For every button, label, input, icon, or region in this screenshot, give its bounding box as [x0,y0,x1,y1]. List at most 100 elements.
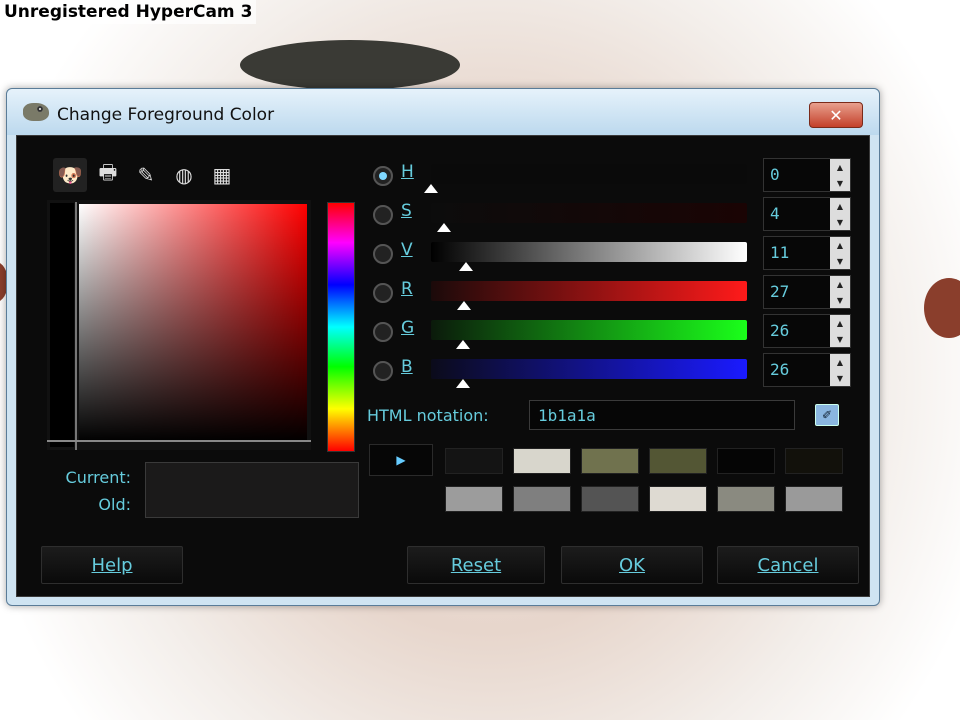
history-swatch[interactable] [649,448,707,474]
spin-buttons[interactable]: ▲ ▼ [830,159,850,191]
spin-up-icon[interactable]: ▲ [837,202,843,211]
brush-icon[interactable]: ✎ [129,158,163,192]
history-swatch[interactable] [717,486,775,512]
slider-marker[interactable] [457,301,471,310]
history-swatch[interactable] [581,486,639,512]
ok-button[interactable]: OK [561,546,703,584]
spin-buttons[interactable]: ▲ ▼ [830,315,850,347]
channel-label-v: V [401,240,413,260]
color-area[interactable] [47,200,311,450]
spinbox-value[interactable]: 11 [770,243,789,262]
spin-buttons[interactable]: ▲ ▼ [830,354,850,386]
channel-radio-v[interactable] [373,244,393,264]
spinbox-value[interactable]: 0 [770,165,780,184]
spin-down-icon[interactable]: ▼ [837,374,843,383]
value-strip[interactable] [50,203,74,447]
spinbox-value[interactable]: 26 [770,360,789,379]
color-dialog: Change Foreground Color ✕ 🐶 🖶 ✎ ◍ ▦ Current:… [6,88,880,606]
channel-radio-g[interactable] [373,322,393,342]
spin-down-icon[interactable]: ▼ [837,257,843,266]
slider-marker[interactable] [456,340,470,349]
close-icon: ✕ [829,105,843,125]
slider-marker[interactable] [437,223,451,232]
spin-up-icon[interactable]: ▲ [837,358,843,367]
watermark: Unregistered HyperCam 3 [0,0,257,24]
slider-marker[interactable] [424,184,438,193]
history-swatch[interactable] [785,448,843,474]
history-swatch[interactable] [649,486,707,512]
background-lip-right [924,278,960,338]
channel-slider-s[interactable] [431,203,747,232]
history-swatch[interactable] [445,448,503,474]
spinbox-value[interactable]: 4 [770,204,780,223]
saturation-value-square[interactable] [79,204,307,442]
channel-slider-g[interactable] [431,320,747,349]
channel-slider-r[interactable] [431,281,747,310]
reset-button[interactable]: Reset [407,546,545,584]
channel-slider-v[interactable] [431,242,747,271]
channel-spinbox-b[interactable]: 26 ▲ ▼ [763,353,851,387]
spinbox-value[interactable]: 26 [770,321,789,340]
spin-down-icon[interactable]: ▼ [837,296,843,305]
channel-label-h: H [401,162,414,182]
spin-down-icon[interactable]: ▼ [837,335,843,344]
cancel-button[interactable]: Cancel [717,546,859,584]
channel-row-v: V 11 ▲ ▼ [373,236,863,271]
channel-row-h: H 0 ▲ ▼ [373,158,863,193]
history-swatch[interactable] [513,486,571,512]
color-selector-tabs: 🐶 🖶 ✎ ◍ ▦ [53,158,239,194]
channel-spinbox-g[interactable]: 26 ▲ ▼ [763,314,851,348]
slider-marker[interactable] [456,379,470,388]
spin-up-icon[interactable]: ▲ [837,241,843,250]
add-to-history-button[interactable]: ▶ [369,444,433,476]
spin-down-icon[interactable]: ▼ [837,218,843,227]
printer-icon[interactable]: 🖶 [91,158,125,192]
slider-marker[interactable] [459,262,473,271]
current-old-labels: Current: Old: [51,464,131,518]
spin-buttons[interactable]: ▲ ▼ [830,276,850,308]
channel-radio-s[interactable] [373,205,393,225]
dialog-body: 🐶 🖶 ✎ ◍ ▦ Current: Old: H 0 ▲ ▼ S 4 ▲ ▼ V 11 ▲ ▼ R 27 ▲ ▼ G 2… [16,135,870,597]
history-swatch[interactable] [717,448,775,474]
spin-down-icon[interactable]: ▼ [837,179,843,188]
current-color-swatch [146,463,358,490]
channel-slider-b[interactable] [431,359,747,388]
channel-label-s: S [401,201,412,221]
history-swatch[interactable] [445,486,503,512]
background-eye [240,40,460,90]
title-bar[interactable]: Change Foreground Color ✕ [7,89,879,135]
old-color-swatch [146,490,358,517]
channel-spinbox-v[interactable]: 11 ▲ ▼ [763,236,851,270]
history-swatch[interactable] [785,486,843,512]
channel-radio-h[interactable] [373,166,393,186]
current-label: Current: [65,468,131,487]
help-button[interactable]: Help [41,546,183,584]
gimp-icon[interactable]: 🐶 [53,158,87,192]
channel-radio-b[interactable] [373,361,393,381]
eyedropper-button[interactable]: ✐ [815,404,839,426]
spin-buttons[interactable]: ▲ ▼ [830,237,850,269]
gimp-icon [23,103,49,121]
channel-spinbox-s[interactable]: 4 ▲ ▼ [763,197,851,231]
html-notation-row: HTML notation: 1b1a1a ✐ [367,398,857,434]
close-button[interactable]: ✕ [809,102,863,128]
channel-row-r: R 27 ▲ ▼ [373,275,863,310]
channel-slider-h[interactable] [424,164,747,193]
palette-icon[interactable]: ▦ [205,158,239,192]
spin-up-icon[interactable]: ▲ [837,280,843,289]
current-old-preview [145,462,359,518]
channel-spinbox-h[interactable]: 0 ▲ ▼ [763,158,851,192]
spin-buttons[interactable]: ▲ ▼ [830,198,850,230]
channel-spinbox-r[interactable]: 27 ▲ ▼ [763,275,851,309]
history-swatch[interactable] [513,448,571,474]
channel-label-b: B [401,357,413,377]
channel-radio-r[interactable] [373,283,393,303]
spin-up-icon[interactable]: ▲ [837,319,843,328]
spinbox-value[interactable]: 27 [770,282,789,301]
color-wheel-icon[interactable]: ◍ [167,158,201,192]
html-notation-input[interactable]: 1b1a1a [529,400,795,430]
channel-label-g: G [401,318,415,338]
spin-up-icon[interactable]: ▲ [837,163,843,172]
hue-bar[interactable] [327,202,355,452]
history-swatch[interactable] [581,448,639,474]
